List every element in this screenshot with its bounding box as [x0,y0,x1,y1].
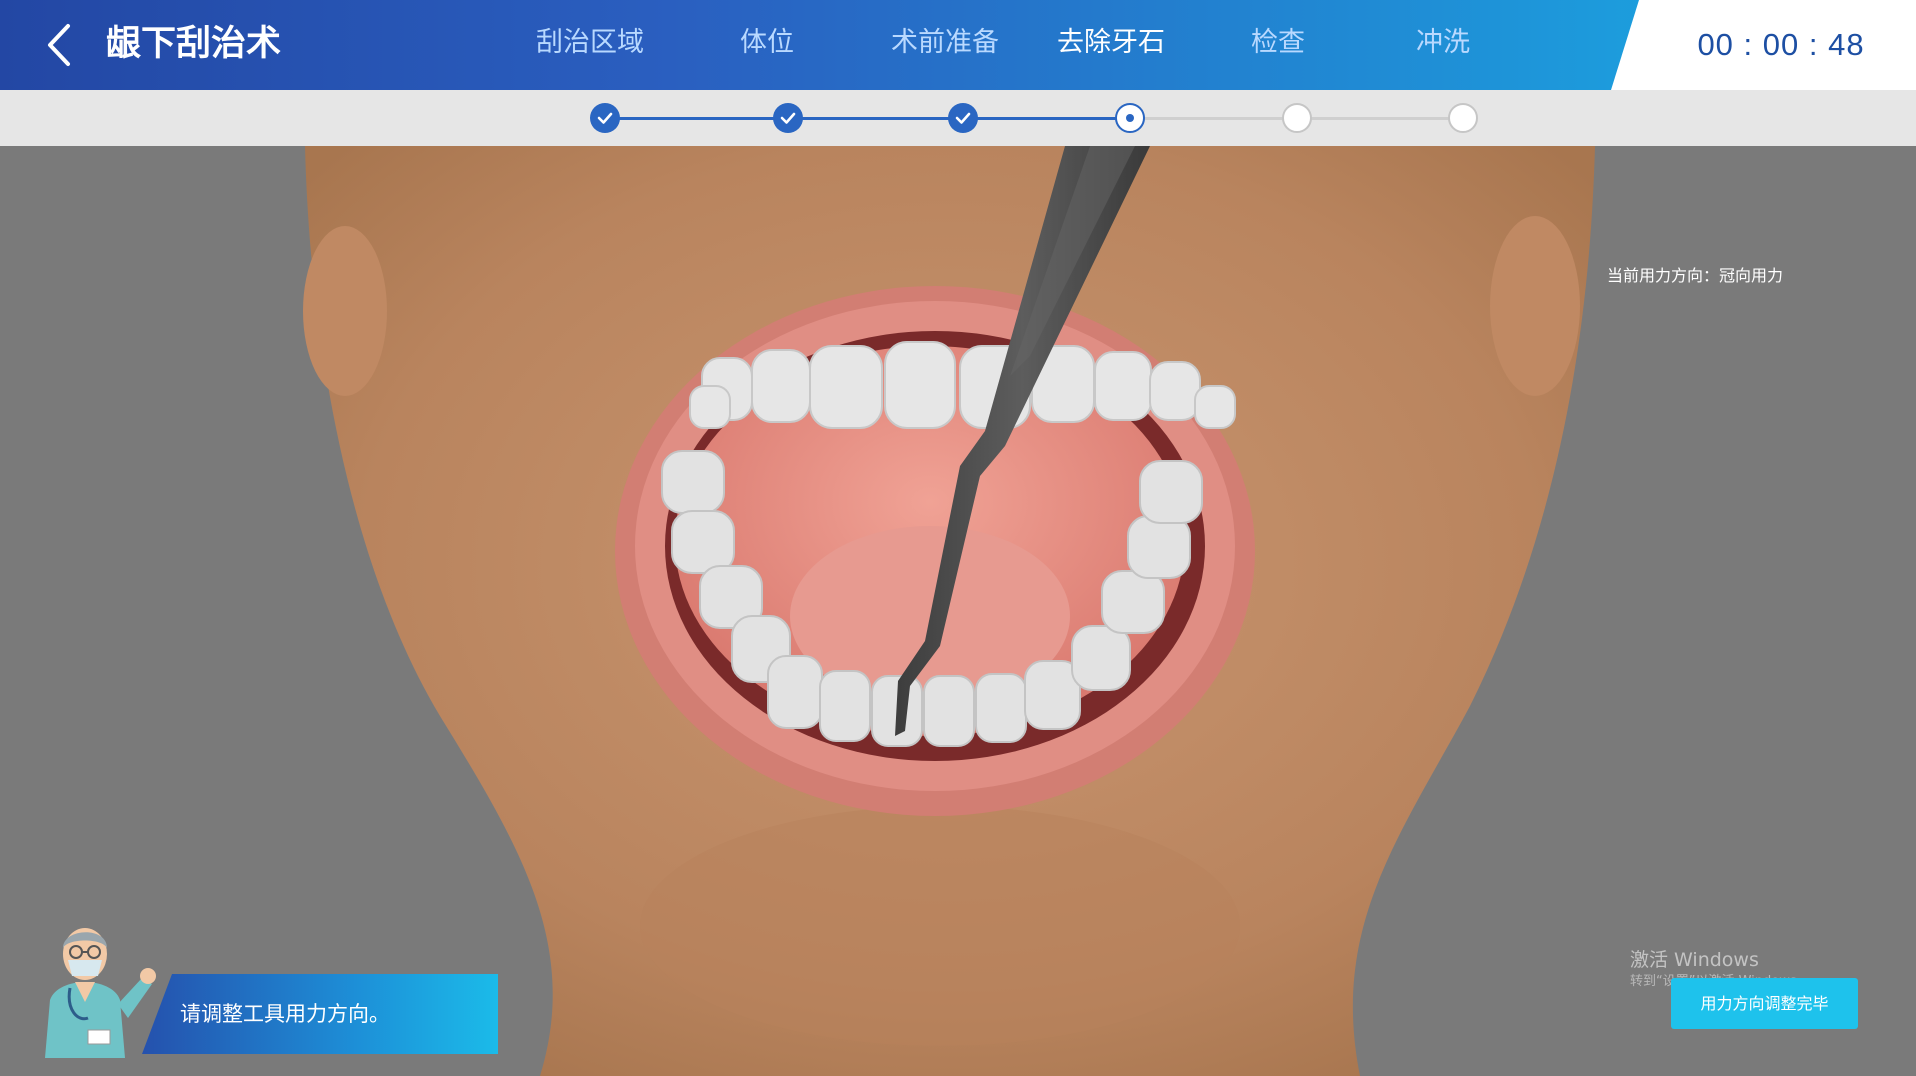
step-dot-3[interactable] [948,103,978,133]
timer: 00 : 00 : 48 [1697,27,1865,62]
page-title: 龈下刮治术 [106,24,282,64]
step-dot-1[interactable] [590,103,620,133]
check-icon [780,112,796,124]
chevron-left-icon [48,24,70,66]
instruction-text: 请调整工具用力方向。 [180,1002,390,1026]
step-nav: 刮治区域 体位 术前准备 去除牙石 检查 冲洗 [510,0,1540,90]
tab-preparation[interactable]: 术前准备 [865,0,1025,90]
progress-line [788,117,963,120]
check-icon [597,112,613,124]
progress-line [605,117,788,120]
progress-line [1130,117,1297,120]
step-dot-4[interactable] [1115,103,1145,133]
tab-irrigation[interactable]: 冲洗 [1363,0,1523,90]
activation-watermark-title: 激活 Windows [1630,949,1759,971]
progress-bar [0,90,1916,146]
progress-line [1297,117,1463,120]
force-direction-done-button[interactable]: 用力方向调整完毕 [1671,978,1858,1029]
step-dot-6[interactable] [1448,103,1478,133]
tab-inspection[interactable]: 检查 [1198,0,1358,90]
tab-remove-calculus[interactable]: 去除牙石 [1031,0,1191,90]
progress-line [963,117,1130,120]
top-bar: 龈下刮治术 刮治区域 体位 术前准备 去除牙石 检查 冲洗 00 : 00 : … [0,0,1916,90]
step-dot-5[interactable] [1282,103,1312,133]
force-direction-status: 当前用力方向：冠向用力 [1607,266,1784,285]
back-button[interactable] [40,20,80,70]
step-dot-2[interactable] [773,103,803,133]
tab-scaling-area[interactable]: 刮治区域 [510,0,670,90]
tab-position[interactable]: 体位 [687,0,847,90]
check-icon [955,112,971,124]
doctor-avatar-icon [45,928,156,1058]
